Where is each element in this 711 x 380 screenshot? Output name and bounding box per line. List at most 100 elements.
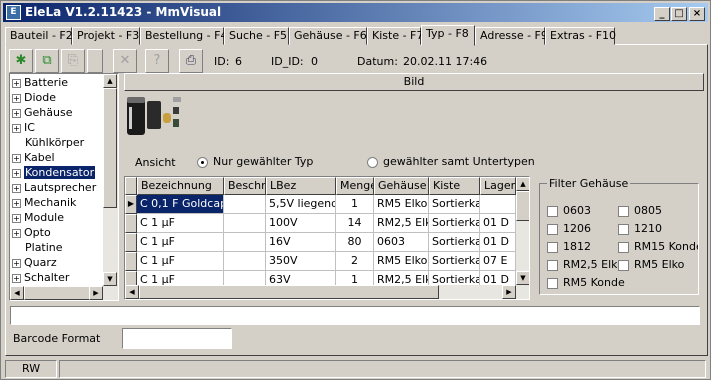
tree-item-platine[interactable]: Platine xyxy=(25,240,63,255)
grid-cell[interactable]: RM5 Elko xyxy=(374,252,429,271)
grid-hscroll[interactable]: ◀ ▶ xyxy=(125,285,529,299)
tab-typ[interactable]: Typ - F8 xyxy=(421,25,475,46)
barcode-format-input[interactable] xyxy=(122,328,232,349)
expand-icon[interactable]: + xyxy=(12,213,21,223)
grid-cell[interactable]: C 1 µF xyxy=(137,233,224,252)
scroll-right-icon[interactable]: ▶ xyxy=(89,286,103,300)
expand-icon[interactable]: + xyxy=(12,183,21,193)
expand-icon[interactable]: + xyxy=(12,108,21,118)
scroll-left-icon[interactable]: ◀ xyxy=(10,286,24,300)
col-header-beschreibung[interactable]: Beschre xyxy=(224,177,266,195)
new-subtype-button[interactable]: ⧉ xyxy=(35,49,59,73)
filter-rm5-elko[interactable]: RM5 Elko xyxy=(618,258,698,271)
tab-suche[interactable]: Suche - F5 xyxy=(224,27,289,45)
grid-cell[interactable]: 01 D xyxy=(480,214,516,233)
filter-1206[interactable]: 1206 xyxy=(547,222,617,235)
maximize-button[interactable]: □ xyxy=(671,7,687,21)
grid-cell[interactable]: C 0,1 F Goldcap xyxy=(137,195,224,214)
scroll-thumb[interactable] xyxy=(103,88,117,208)
tree-vscroll[interactable]: ▲ ▼ xyxy=(103,74,118,286)
tab-bestellung[interactable]: Bestellung - F4 xyxy=(140,27,227,45)
bild-button[interactable]: Bild xyxy=(124,73,704,91)
filter-rm25-elko[interactable]: RM2,5 Elko xyxy=(547,258,617,271)
scroll-down-icon[interactable]: ▼ xyxy=(103,272,117,286)
tree-hscroll[interactable]: ◀ ▶ xyxy=(10,286,118,300)
scroll-down-icon[interactable]: ▼ xyxy=(516,271,529,285)
grid-cell[interactable] xyxy=(224,195,266,214)
expand-icon[interactable]: + xyxy=(12,123,21,133)
hscroll-thumb[interactable] xyxy=(24,286,94,300)
radio-samt-untertypen[interactable]: gewählter samt Untertypen xyxy=(367,155,535,168)
grid-cell[interactable] xyxy=(480,195,516,214)
tab-adresse[interactable]: Adresse - F9 xyxy=(475,27,548,45)
grid-cell[interactable]: Sortierkas xyxy=(429,252,480,271)
tree-item-kondensator[interactable]: + Kondensator xyxy=(12,165,96,180)
help-button[interactable]: ? xyxy=(145,49,169,73)
expand-icon[interactable]: + xyxy=(12,93,21,103)
grid-cell[interactable] xyxy=(224,252,266,271)
scroll-left-icon[interactable]: ◀ xyxy=(125,285,139,299)
copy-button[interactable]: ⎘ xyxy=(61,49,85,73)
grid-cell[interactable]: 350V xyxy=(266,252,336,271)
expand-icon[interactable]: + xyxy=(12,198,21,208)
delete-button[interactable]: ✕ xyxy=(113,49,137,73)
tab-projekt[interactable]: Projekt - F3 xyxy=(72,27,140,45)
tree-item-opto[interactable]: + Opto xyxy=(12,225,51,240)
radio-nur-gewaehlter[interactable]: Nur gewählter Typ xyxy=(197,155,313,168)
minimize-button[interactable]: _ xyxy=(654,7,670,21)
tree-item-diode[interactable]: + Diode xyxy=(12,90,56,105)
grid-cell[interactable]: 5,5V liegend xyxy=(266,195,336,214)
grid-cell[interactable] xyxy=(224,214,266,233)
grid-cell[interactable]: 0603 xyxy=(374,233,429,252)
tree-item-schalter[interactable]: + Schalter xyxy=(12,270,69,285)
col-header-lbez[interactable]: LBez xyxy=(266,177,336,195)
tree-item-lautsprecher[interactable]: + Lautsprecher xyxy=(12,180,96,195)
grid-cell[interactable]: 01 D xyxy=(480,233,516,252)
tab-gehaeuse[interactable]: Gehäuse - F6 xyxy=(289,27,367,45)
type-tree[interactable]: + Batterie + Diode + Gehäuse + IC Kühlkörper… xyxy=(9,73,119,301)
filter-rm15-konde[interactable]: RM15 Konde xyxy=(618,240,698,253)
col-header-lager[interactable]: LagerN xyxy=(480,177,516,195)
filter-0603[interactable]: 0603 xyxy=(547,204,617,217)
grid-cell[interactable]: C 1 µF xyxy=(137,252,224,271)
filter-0805[interactable]: 0805 xyxy=(618,204,698,217)
tree-item-gehaeuse[interactable]: + Gehäuse xyxy=(12,105,72,120)
grid-cell[interactable]: RM2,5 Elko xyxy=(374,214,429,233)
tree-item-kabel[interactable]: + Kabel xyxy=(12,150,55,165)
tree-item-ic[interactable]: + IC xyxy=(12,120,35,135)
col-header-gehaeuse[interactable]: Gehäuse xyxy=(374,177,429,195)
print-button[interactable]: ⎙ xyxy=(179,49,203,73)
grid-cell[interactable]: 80 xyxy=(336,233,374,252)
new-type-button[interactable]: ✱ xyxy=(9,49,33,73)
tab-bauteil[interactable]: Bauteil - F2 xyxy=(5,27,73,45)
tree-item-batterie[interactable]: + Batterie xyxy=(12,75,68,90)
col-header-bezeichnung[interactable]: Bezeichnung xyxy=(137,177,224,195)
scroll-up-icon[interactable]: ▲ xyxy=(103,74,117,88)
grid-cell[interactable]: 16V xyxy=(266,233,336,252)
parts-grid[interactable]: Bezeichnung Beschre LBez Menge Gehäuse K… xyxy=(124,176,530,300)
grid-cell[interactable]: C 1 µF xyxy=(137,214,224,233)
grid-cell[interactable]: 100V xyxy=(266,214,336,233)
tree-item-kuehlkoerper[interactable]: Kühlkörper xyxy=(25,135,84,150)
filter-1210[interactable]: 1210 xyxy=(618,222,698,235)
tab-extras[interactable]: Extras - F10 xyxy=(545,27,616,45)
grid-cell[interactable]: 2 xyxy=(336,252,374,271)
hscroll-thumb[interactable] xyxy=(139,285,439,299)
scroll-thumb[interactable] xyxy=(516,191,529,221)
tree-item-quarz[interactable]: + Quarz xyxy=(12,255,57,270)
expand-icon[interactable]: + xyxy=(12,168,21,178)
scroll-up-icon[interactable]: ▲ xyxy=(516,177,529,191)
grid-cell[interactable]: 14 xyxy=(336,214,374,233)
col-header-kiste[interactable]: Kiste xyxy=(429,177,480,195)
scroll-right-icon[interactable]: ▶ xyxy=(502,285,516,299)
grid-cell[interactable]: 07 E xyxy=(480,252,516,271)
expand-icon[interactable]: + xyxy=(12,273,21,283)
tab-kiste[interactable]: Kiste - F7 xyxy=(367,27,423,45)
close-button[interactable]: × xyxy=(689,7,705,21)
grid-cell[interactable]: 1 xyxy=(336,195,374,214)
tree-item-module[interactable]: + Module xyxy=(12,210,64,225)
col-header-menge[interactable]: Menge xyxy=(336,177,374,195)
expand-icon[interactable]: + xyxy=(12,228,21,238)
grid-vscroll[interactable]: ▲ ▼ xyxy=(516,177,529,285)
filter-rm5-konde[interactable]: RM5 Konde xyxy=(547,276,637,289)
